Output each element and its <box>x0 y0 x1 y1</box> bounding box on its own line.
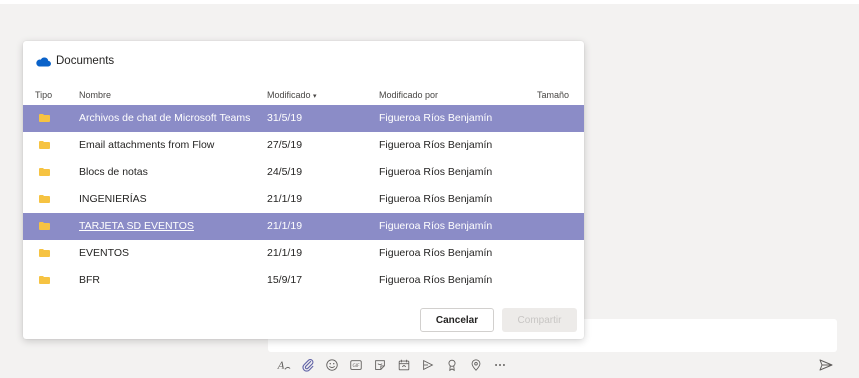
folder-icon <box>39 114 50 122</box>
file-row[interactable]: Email attachments from Flow 27/5/19 Figuer… <box>23 132 584 159</box>
sticker-icon[interactable] <box>372 357 388 373</box>
file-row[interactable]: Blocs de notas 24/5/19 Figueroa Ríos Benja… <box>23 159 584 186</box>
file-name[interactable]: EVENTOS <box>79 247 129 259</box>
column-header-size[interactable]: Tamaño <box>537 90 569 100</box>
compose-toolbar: A GIF <box>276 357 836 373</box>
stream-icon[interactable] <box>420 357 436 373</box>
folder-icon <box>39 168 50 176</box>
file-modified-by: Figueroa Ríos Benjamín <box>379 247 493 259</box>
onedrive-cloud-icon <box>36 56 51 67</box>
file-row[interactable]: TARJETA SD EVENTOS 21/1/19 Figueroa Ríos B… <box>23 213 584 240</box>
file-name[interactable]: Email attachments from Flow <box>79 139 214 151</box>
file-row[interactable]: INGENIERÍAS 21/1/19 Figueroa Ríos Benjamín <box>23 186 584 213</box>
praise-icon[interactable] <box>444 357 460 373</box>
file-modified-by: Figueroa Ríos Benjamín <box>379 139 493 151</box>
column-header-modified-by[interactable]: Modificado por <box>379 90 438 100</box>
folder-icon <box>39 249 50 257</box>
file-name[interactable]: INGENIERÍAS <box>79 193 147 205</box>
attach-icon[interactable] <box>300 357 316 373</box>
folder-icon <box>39 276 50 284</box>
column-header-modified-label: Modificado <box>267 90 311 100</box>
file-row[interactable]: Archivos de chat de Microsoft Teams 31/5/… <box>23 105 584 132</box>
dialog-title: Documents <box>56 55 115 67</box>
file-name[interactable]: BFR <box>79 274 100 286</box>
file-modified-by: Figueroa Ríos Benjamín <box>379 193 493 205</box>
file-modified: 21/1/19 <box>267 220 303 232</box>
top-strip <box>0 0 859 4</box>
location-icon[interactable] <box>468 357 484 373</box>
file-modified: 31/5/19 <box>267 112 303 124</box>
meeting-icon[interactable] <box>396 357 412 373</box>
column-header-type[interactable]: Tipo <box>35 90 52 100</box>
send-icon[interactable] <box>818 357 834 373</box>
file-picker-dialog: Documents Tipo Nombre Modificado ▾ Modif… <box>23 41 584 339</box>
svg-text:GIF: GIF <box>353 363 361 369</box>
file-modified: 27/5/19 <box>267 139 303 151</box>
share-button[interactable]: Compartir <box>502 308 577 332</box>
emoji-icon[interactable] <box>324 357 340 373</box>
file-modified-by: Figueroa Ríos Benjamín <box>379 274 493 286</box>
svg-text:A: A <box>277 361 285 372</box>
file-name[interactable]: Archivos de chat de Microsoft Teams <box>79 112 250 124</box>
file-modified: 21/1/19 <box>267 193 303 205</box>
format-icon[interactable]: A <box>276 357 292 373</box>
column-header-name[interactable]: Nombre <box>79 90 111 100</box>
gif-icon[interactable]: GIF <box>348 357 364 373</box>
folder-icon <box>39 195 50 203</box>
file-name[interactable]: TARJETA SD EVENTOS <box>79 220 194 232</box>
file-modified: 24/5/19 <box>267 166 303 178</box>
file-modified-by: Figueroa Ríos Benjamín <box>379 112 493 124</box>
sort-desc-icon: ▾ <box>313 93 317 100</box>
file-modified-by: Figueroa Ríos Benjamín <box>379 220 493 232</box>
file-name[interactable]: Blocs de notas <box>79 166 148 178</box>
file-modified: 15/9/17 <box>267 274 303 286</box>
file-modified: 21/1/19 <box>267 247 303 259</box>
file-row[interactable]: EVENTOS 21/1/19 Figueroa Ríos Benjamín <box>23 240 584 267</box>
cancel-button[interactable]: Cancelar <box>420 308 494 332</box>
file-row[interactable]: BFR 15/9/17 Figueroa Ríos Benjamín <box>23 267 584 294</box>
folder-icon <box>39 222 50 230</box>
folder-icon <box>39 141 50 149</box>
more-icon[interactable] <box>492 357 508 373</box>
file-modified-by: Figueroa Ríos Benjamín <box>379 166 493 178</box>
dialog-header: Documents <box>35 53 114 69</box>
column-header-modified[interactable]: Modificado ▾ <box>267 90 317 100</box>
